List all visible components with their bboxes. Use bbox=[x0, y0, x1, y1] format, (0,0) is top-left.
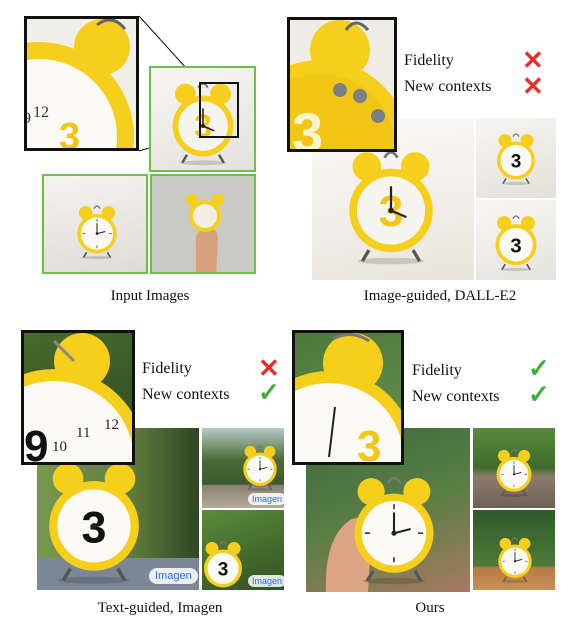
caption-ours: Ours bbox=[415, 600, 445, 616]
ours-new-contexts-mark: ✓ bbox=[528, 380, 550, 409]
input-image-2 bbox=[42, 174, 148, 274]
ours-side-image-1 bbox=[473, 428, 555, 508]
imagen-inset-numeral-9: 9 bbox=[24, 422, 48, 465]
ours-new-contexts-label: New contexts bbox=[412, 388, 500, 405]
imagen-inset-numeral-10: 10 bbox=[52, 439, 67, 455]
ours-zoom-inset: 3 bbox=[292, 330, 404, 465]
imagen-watermark: Imagen bbox=[248, 575, 284, 587]
alarm-clock-icon bbox=[493, 534, 537, 584]
ours-inset-numeral-3: 3 bbox=[357, 422, 381, 465]
ours-side-image-2 bbox=[473, 510, 555, 590]
dalle-side-image-2 bbox=[476, 200, 556, 280]
dalle-fidelity-label: Fidelity bbox=[404, 52, 454, 69]
imagen-inset-numeral-11: 11 bbox=[76, 425, 90, 441]
imagen-watermark: Imagen bbox=[149, 568, 198, 584]
imagen-new-contexts-mark: ✓ bbox=[258, 378, 280, 407]
caption-input-images: Input Images bbox=[110, 288, 190, 304]
dalle-new-contexts-mark: ✕ bbox=[522, 72, 544, 101]
alarm-clock-icon bbox=[37, 454, 153, 586]
imagen-watermark: Imagen bbox=[248, 493, 284, 505]
imagen-fidelity-label: Fidelity bbox=[142, 360, 192, 377]
imagen-zoom-inset: 9 11 10 12 bbox=[21, 330, 135, 465]
input-image-3 bbox=[150, 174, 256, 274]
alarm-clock-icon bbox=[238, 442, 282, 492]
zoom-box bbox=[199, 82, 239, 138]
dalle-side-image-1 bbox=[476, 118, 556, 198]
alarm-clock-icon bbox=[71, 202, 123, 260]
dalle-new-contexts-label: New contexts bbox=[404, 78, 492, 95]
alarm-clock-icon bbox=[342, 470, 446, 586]
input-image-1 bbox=[149, 66, 256, 172]
ours-fidelity-mark: ✓ bbox=[528, 354, 550, 383]
dalle-zoom-inset: 3 bbox=[287, 17, 397, 152]
alarm-clock-icon bbox=[491, 130, 541, 186]
dalle-inset-numeral-3: 3 bbox=[292, 101, 323, 152]
alarm-clock-icon bbox=[202, 538, 248, 590]
dalle-fidelity-mark: ✕ bbox=[522, 46, 544, 75]
imagen-side-image-1: Imagen bbox=[202, 428, 284, 508]
imagen-side-image-2: Imagen bbox=[202, 510, 284, 590]
imagen-new-contexts-label: New contexts bbox=[142, 386, 230, 403]
alarm-clock-icon bbox=[489, 212, 543, 272]
alarm-clock-icon bbox=[336, 144, 446, 266]
imagen-inset-numeral-12: 12 bbox=[104, 417, 119, 433]
alarm-clock-icon bbox=[491, 446, 537, 498]
caption-imagen: Text-guided, Imagen bbox=[97, 600, 223, 616]
hand-holding-clock-icon bbox=[186, 194, 224, 272]
caption-dalle: Image-guided, DALL-E2 bbox=[363, 288, 517, 304]
ours-fidelity-label: Fidelity bbox=[412, 362, 462, 379]
